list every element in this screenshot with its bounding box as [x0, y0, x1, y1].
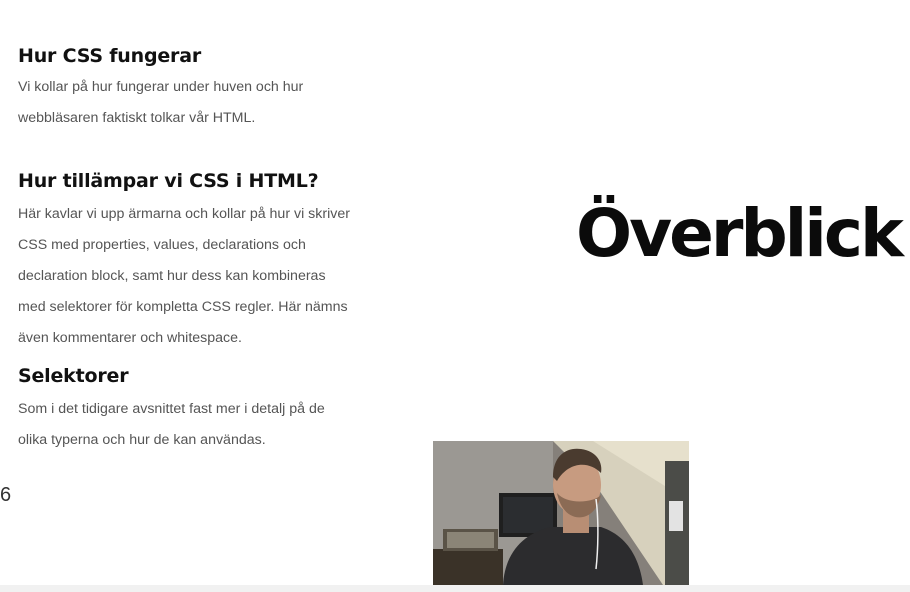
section-selektorer: Selektorer Som i det tidigare avsnittet …	[18, 362, 398, 456]
section-line: olika typerna och hur de kan användas.	[18, 432, 266, 448]
section-heading: Hur tillämpar vi CSS i HTML?	[18, 170, 319, 192]
section-hur-tillampar: Hur tillämpar vi CSS i HTML? Här kavlar …	[18, 167, 398, 354]
section-line: CSS med properties, values, declarations…	[18, 237, 306, 253]
section-hur-css-fungerar: Hur CSS fungerar Vi kollar på hur funger…	[18, 42, 398, 134]
section-line: Som i det tidigare avsnittet fast mer i …	[18, 401, 325, 417]
section-line: declaration block, samt hur dess kan kom…	[18, 268, 326, 284]
section-line: webbläsaren faktiskt tolkar vår HTML.	[18, 110, 256, 126]
section-heading: Hur CSS fungerar	[18, 45, 202, 67]
section-line: Här kavlar vi upp ärmarna och kollar på …	[18, 206, 350, 222]
section-line: även kommentarer och whitespace.	[18, 330, 242, 346]
section-line: med selektorer för kompletta CSS regler.…	[18, 299, 348, 315]
presentation-slide: Hur CSS fungerar Vi kollar på hur funger…	[0, 0, 910, 585]
bottom-strip	[0, 585, 910, 592]
slide-page-number: 6	[0, 484, 12, 506]
section-heading: Selektorer	[18, 365, 129, 387]
slide-title: Överblick	[576, 195, 904, 272]
webcam-overlay	[433, 441, 689, 585]
person-webcam-icon	[433, 441, 689, 585]
section-line: Vi kollar på hur fungerar under huven oc…	[18, 79, 304, 95]
